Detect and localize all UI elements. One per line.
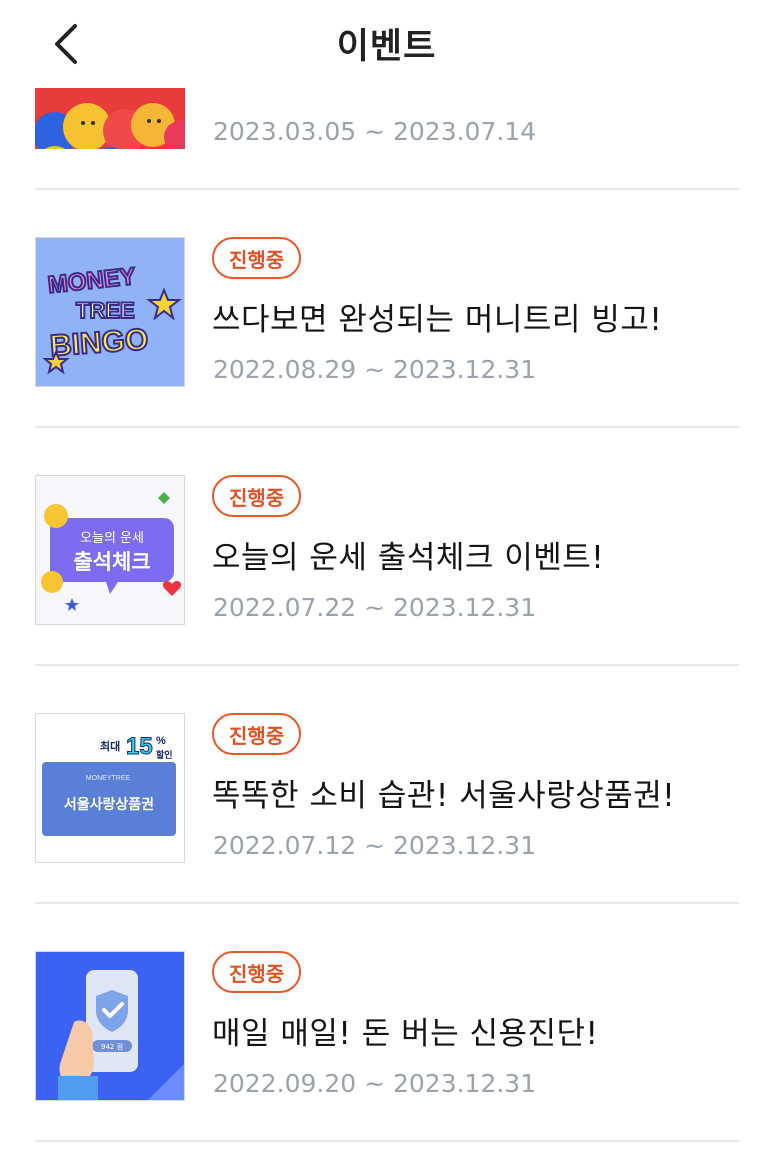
event-item[interactable]: MONEY TREE BINGO 진행중 쓰다보면 완성되는 머니트리 빙고! … (35, 190, 739, 428)
thumb-text: 할인 (156, 749, 173, 761)
status-badge: 진행중 (212, 951, 302, 993)
thumb-text: 942 점 (101, 1043, 123, 1051)
event-thumbnail: 오늘의 운세 출석체크 (35, 475, 185, 625)
thumb-text: 서울사랑상품권 (64, 796, 154, 813)
event-title[interactable]: 쓰다보면 완성되는 머니트리 빙고! (212, 294, 662, 339)
app-header: 이벤트 (0, 0, 773, 88)
credit-check-image: 942 점 (36, 952, 184, 1100)
thumb-text: MONEYTREE (86, 775, 131, 782)
event-date: 2022.08.29 ~ 2023.12.31 (213, 355, 537, 384)
event-item[interactable]: 오늘의 운세 출석체크 진행중 오늘의 운세 출석체크 이벤트! 2022.07… (35, 428, 739, 666)
event-title[interactable]: 매일 매일! 돈 버는 신용진단! (212, 1008, 599, 1053)
smile-emoji-icon (44, 504, 68, 528)
thumb-text: 오늘의 운세 (80, 531, 144, 546)
event-date: 2022.07.22 ~ 2023.12.31 (213, 593, 537, 622)
event-item[interactable]: 최대 15 % 할인 MONEYTREE 서울사랑상품권 진행중 똑똑한 소비 … (35, 666, 739, 904)
event-date: 2022.07.12 ~ 2023.12.31 (213, 831, 537, 860)
status-badge: 진행중 (212, 713, 302, 755)
fortune-checkin-image: 오늘의 운세 출석체크 (36, 476, 184, 624)
thumb-text: 최대 (100, 739, 120, 753)
event-thumbnail: MONEY TREE BINGO (35, 237, 185, 387)
event-thumbnail: 최대 15 % 할인 MONEYTREE 서울사랑상품권 (35, 713, 185, 863)
status-badge: 진행중 (212, 237, 302, 279)
thumb-text: TREE (76, 298, 135, 323)
bingo-image: MONEY TREE BINGO (36, 238, 184, 386)
page-title: 이벤트 (336, 27, 437, 67)
love-emoji-icon (41, 571, 63, 593)
status-badge: 진행중 (212, 475, 302, 517)
event-title[interactable]: 오늘의 운세 출석체크 이벤트! (212, 532, 604, 577)
thumb-text: % (156, 735, 166, 747)
thumb-text: 출석체크 (73, 550, 150, 574)
event-title[interactable]: 똑똑한 소비 습관! 서울사랑상품권! (212, 770, 675, 815)
seoul-voucher-image: 최대 15 % 할인 MONEYTREE 서울사랑상품권 (36, 714, 184, 862)
event-item[interactable]: 942 점 진행중 매일 매일! 돈 버는 신용진단! 2022.09.20 ~… (35, 904, 739, 1142)
thumb-text: BINGO (49, 323, 149, 363)
event-date: 2022.09.20 ~ 2023.12.31 (213, 1069, 537, 1098)
event-thumbnail: 942 점 (35, 951, 185, 1101)
thumb-text: 15 (126, 733, 153, 760)
event-date: 2023.03.05 ~ 2023.07.14 (213, 117, 537, 146)
